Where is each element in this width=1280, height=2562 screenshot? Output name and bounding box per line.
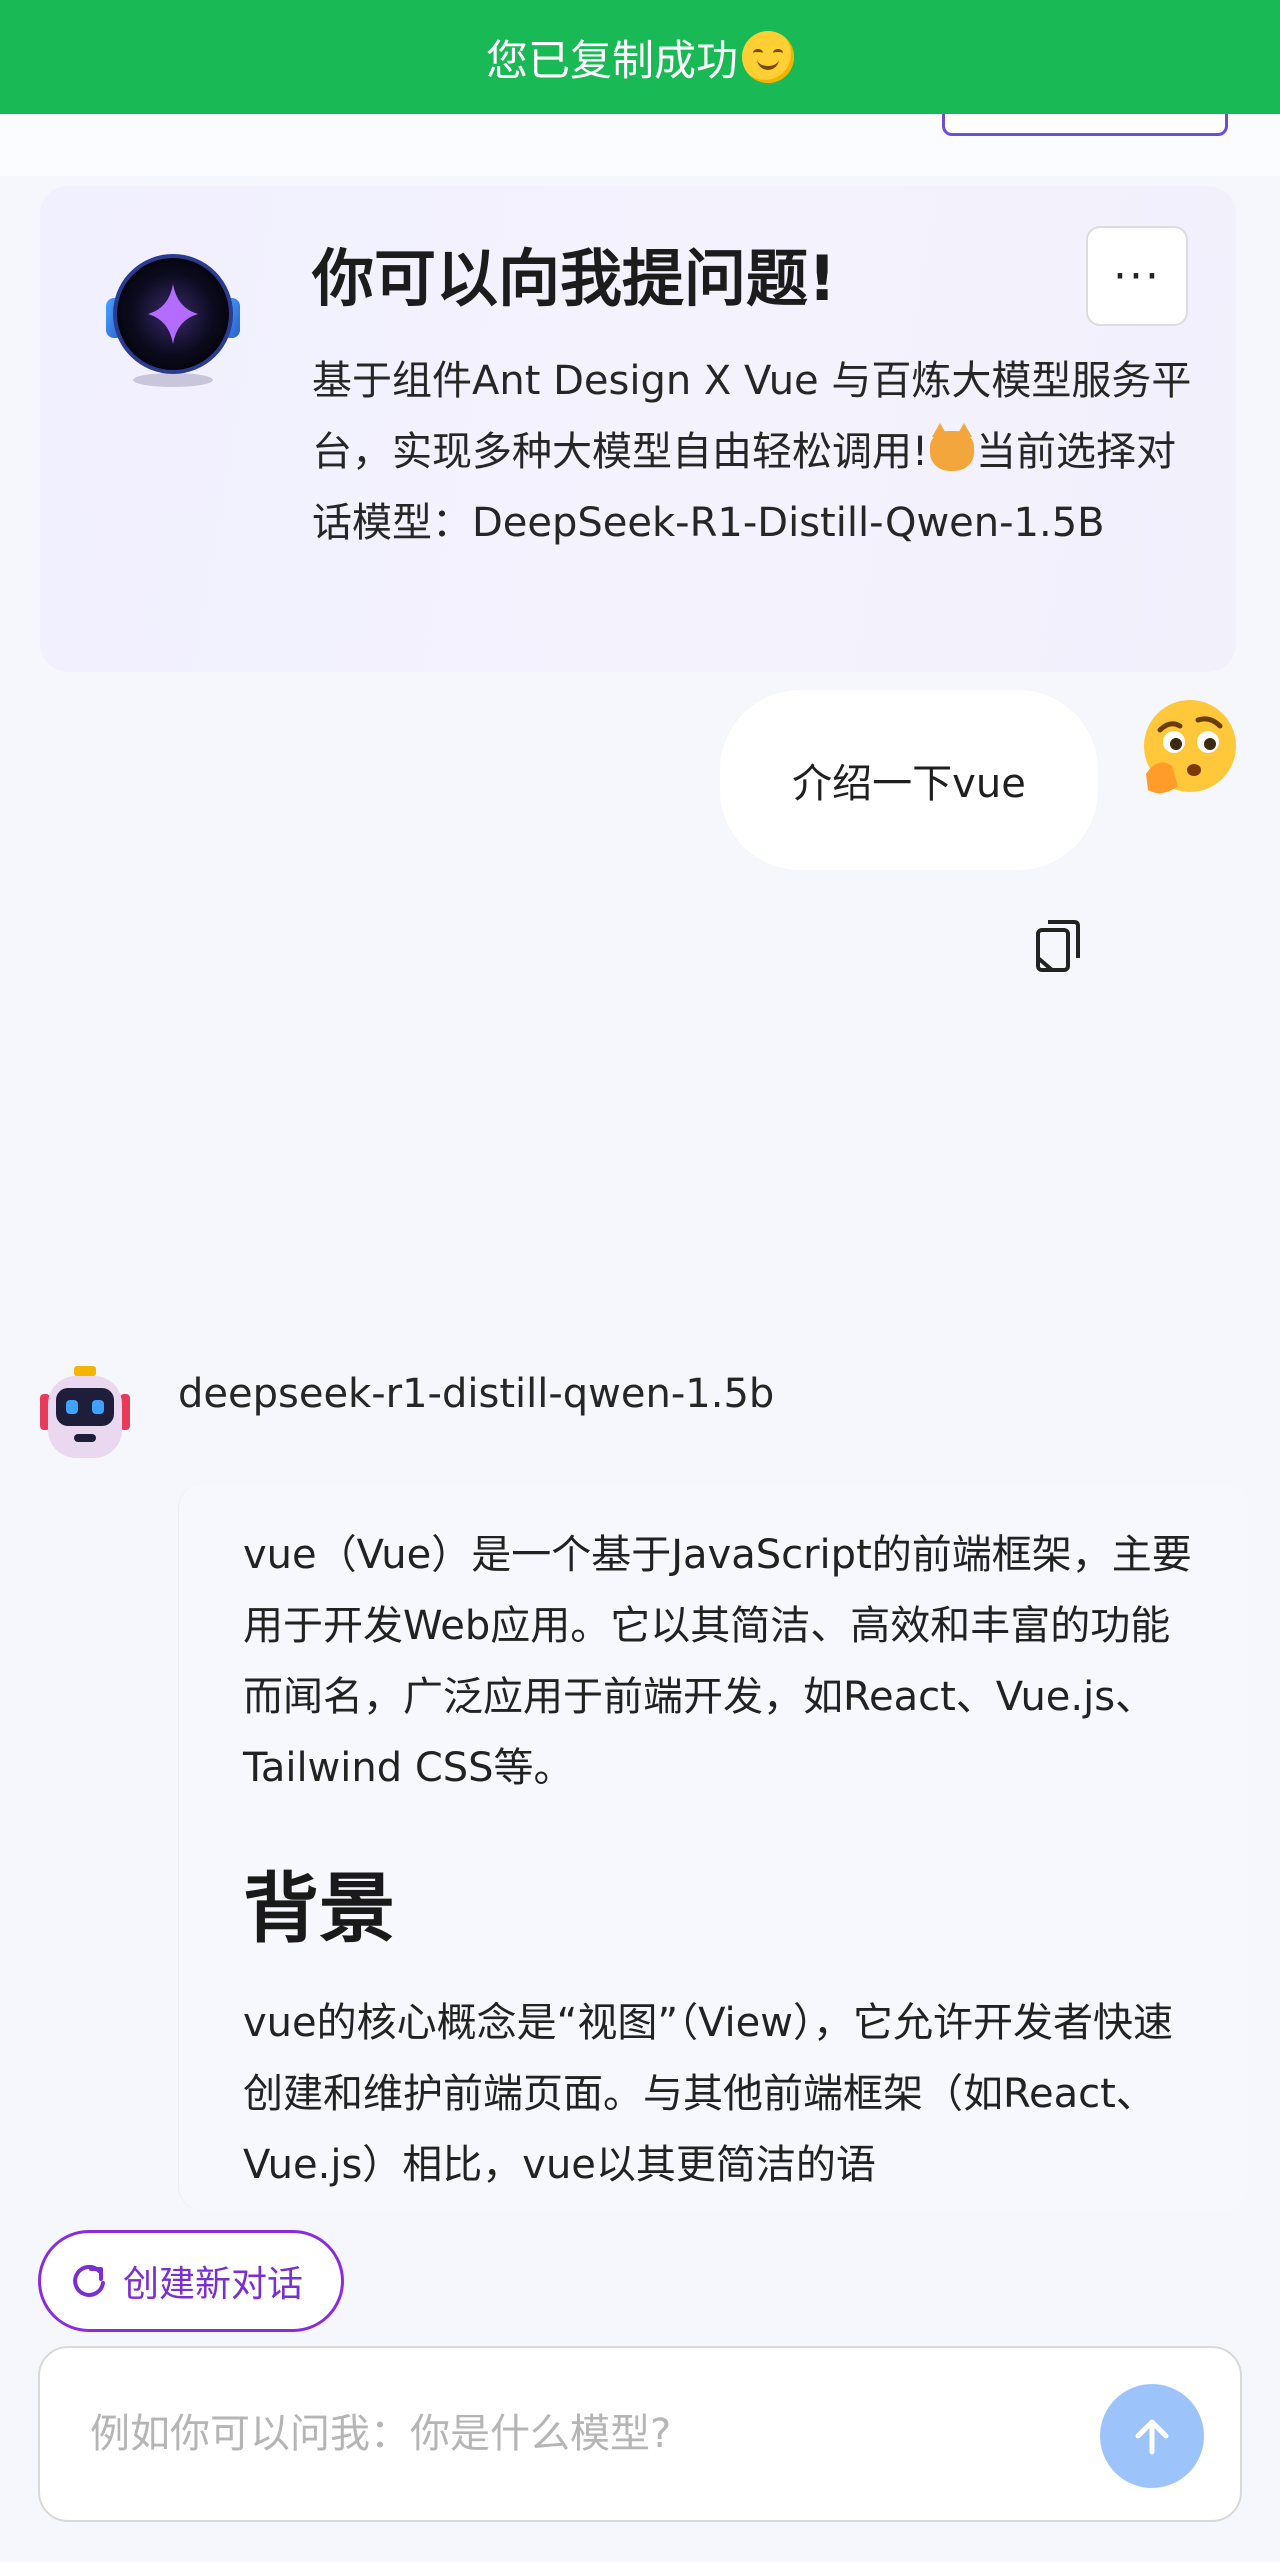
more-options-button[interactable]: ··· [1086,226,1188,326]
assistant-paragraph-2: vue的核心概念是“视图”（View），它允许开发者快速创建和维护前端页面。与其… [243,2000,1173,2188]
new-chat-button[interactable]: 创建新对话 [38,2230,344,2332]
thinking-face-icon [1144,700,1236,794]
refresh-icon [73,2264,105,2297]
welcome-description: 基于组件Ant Design X Vue 与百炼大模型服务平台，实现多种大模型自… [312,346,1192,559]
user-message-bubble: 介绍一下vue [720,690,1098,870]
toast-text: 您已复制成功 [485,35,738,85]
assistant-message-content: vue（Vue）是一个基于JavaScript的前端框架，主要用于开发Web应用… [243,1520,1203,2201]
welcome-title: 你可以向我提问题! [312,242,837,315]
smile-emoji-icon [742,31,794,83]
welcome-card: 你可以向我提问题! 基于组件Ant Design X Vue 与百炼大模型服务平… [40,186,1236,672]
chat-input-container [38,2346,1242,2522]
assistant-name: deepseek-r1-distill-qwen-1.5b [178,1371,775,1417]
assistant-paragraph-1: vue（Vue）是一个基于JavaScript的前端框架，主要用于开发Web应用… [243,1532,1192,1791]
robot-icon [40,1366,130,1458]
arrow-up-icon [1135,2419,1169,2455]
copy-icon[interactable] [1034,918,1082,974]
assistant-logo-icon [106,254,240,387]
send-button[interactable] [1100,2384,1204,2488]
cat-emoji-icon [930,423,975,471]
chat-input[interactable] [90,2404,1070,2464]
assistant-message-bubble: vue（Vue）是一个基于JavaScript的前端框架，主要用于开发Web应用… [178,1484,1248,2210]
assistant-heading: 背景 [243,1864,395,1953]
copy-success-toast: 您已复制成功 [0,0,1280,114]
new-chat-label: 创建新对话 [123,2264,304,2305]
user-message-text: 介绍一下vue [792,761,1026,807]
